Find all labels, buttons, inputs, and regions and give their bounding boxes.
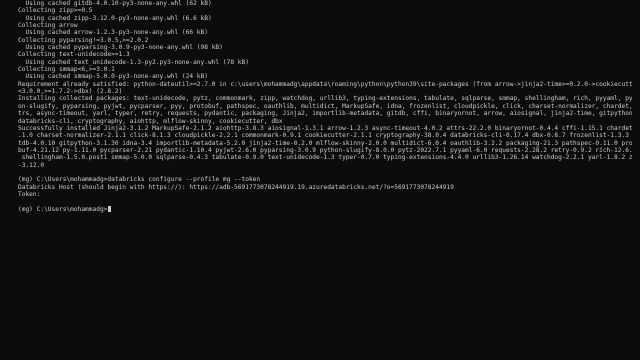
shell-prompt: (mg) C:\Users\mohammadg> xyxy=(18,205,108,213)
terminal-line: .1.0 charset-normalizer-2.1.1 click-8.1.… xyxy=(18,132,632,140)
terminal-line: trs, async-timeout, yarl, typer, retry, … xyxy=(18,110,632,118)
terminal-line: on-slugify, pyparsing, pyjwt, pycparser,… xyxy=(18,102,632,110)
terminal-line: tdb-4.0.10 gitpython-3.1.30 idna-3.4 imp… xyxy=(18,139,632,147)
terminal-line: Installing collected packages: text-unid… xyxy=(18,95,632,103)
terminal-line: Using cached pyparsing-3.0.9-py3-none-an… xyxy=(18,44,223,52)
terminal-line: buf-4.21.12 py-1.11.0 pycparser-2.21 pyd… xyxy=(18,146,632,154)
command-line: (mg) C:\Users\mohammadg>databricks confi… xyxy=(18,176,261,184)
terminal-window[interactable]: Using cached gitdb-4.0.10-py3-none-any.w… xyxy=(0,0,640,360)
terminal-line: databricks-cli, cryptography, aiohttp, m… xyxy=(18,117,283,125)
terminal-line: Requirement already satisfied: python-da… xyxy=(18,80,632,88)
terminal-line: Using cached gitdb-4.0.10-py3-none-any.w… xyxy=(18,0,212,7)
terminal-line: Collecting pyparsing!=3.0.5,>=2.0.2 xyxy=(18,36,149,44)
terminal-line: Using cached text_unidecode-1.3-py2.py3-… xyxy=(18,58,249,66)
active-prompt-line[interactable]: (mg) C:\Users\mohammadg> xyxy=(18,206,632,213)
terminal-line: Collecting arrow xyxy=(18,22,78,30)
token-prompt-line[interactable]: Token: xyxy=(18,191,632,198)
terminal-line: Using cached zipp-3.12.0-py3-none-any.wh… xyxy=(18,14,212,22)
text-cursor xyxy=(108,206,112,213)
terminal-line: shellingham-1.5.0.post1 smmap-5.0.0 sqlp… xyxy=(18,154,632,162)
terminal-line: Using cached arrow-1.2.3-py3-none-any.wh… xyxy=(18,29,208,37)
terminal-line: Successfully installed Jinja2-3.1.2 Mark… xyxy=(18,124,632,132)
terminal-line: Collecting zipp>=0.5 xyxy=(18,7,93,15)
terminal-line: Using cached smmap-5.0.0-py3-none-any.wh… xyxy=(18,73,208,81)
terminal-line: Collecting smmap<6,>=3.0.1 xyxy=(18,66,115,74)
terminal-line: Collecting text-unidecode>=1.3 xyxy=(18,51,130,59)
terminal-line: <3.0.0,>=1.7.2->dbx) (2.8.2) xyxy=(18,88,123,96)
host-prompt-line: Databricks Host (should begin with https… xyxy=(18,183,454,191)
terminal-line: -3.12.0 xyxy=(18,161,45,169)
